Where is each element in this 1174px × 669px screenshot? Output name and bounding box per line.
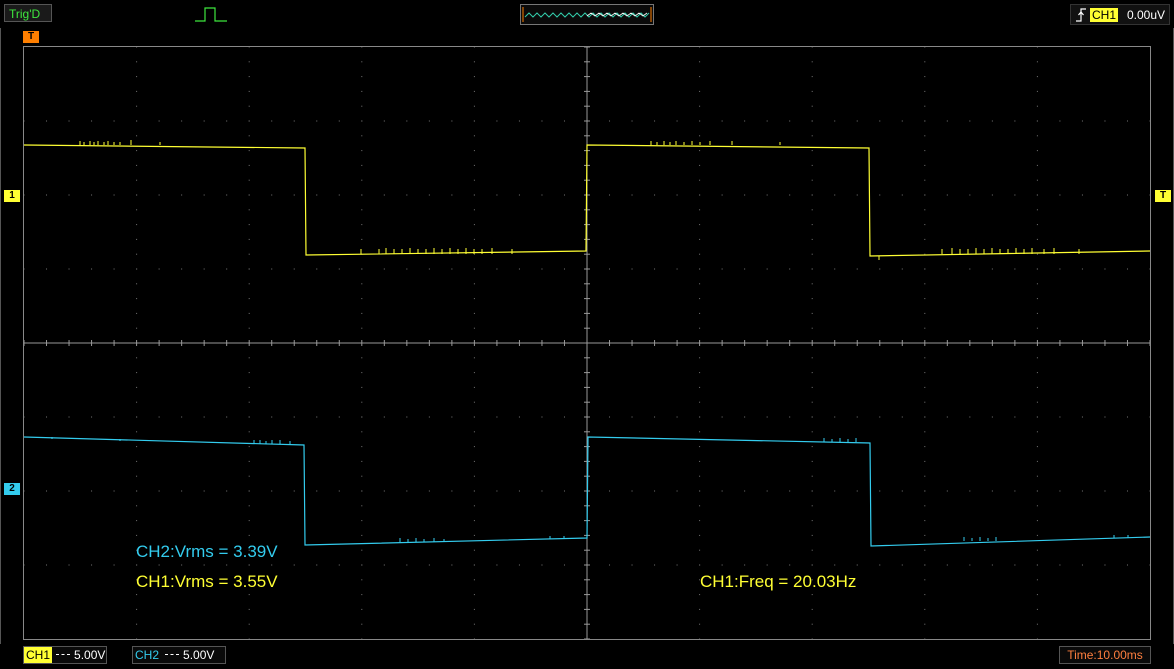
trigger-level: 0.00uV — [1127, 8, 1166, 22]
ch1-waveform — [24, 144, 1150, 257]
ch2-vrms-measurement: CH2:Vrms = 3.39V — [136, 542, 278, 561]
trigger-settings[interactable]: CH1 0.00uV — [1070, 4, 1170, 25]
ch1-volts-per-div: 5.00V — [74, 648, 106, 662]
ch1-scale-box[interactable]: CH1 5.00V — [23, 646, 107, 664]
channel-scale-bar: CH1 5.00V CH2 5.00V Time:10.00ms — [0, 644, 1174, 669]
scope-display[interactable]: CH2:Vrms = 3.39V CH1:Vrms = 3.55V CH1:Fr… — [23, 46, 1151, 640]
pulse-icon — [195, 7, 227, 22]
overview-wave — [522, 7, 652, 22]
ch2-label: CH2 — [135, 648, 160, 662]
ch2-waveform — [24, 436, 1150, 547]
ch2-offset-marker[interactable]: 2 — [4, 483, 20, 495]
trigger-position-marker[interactable]: T — [23, 31, 39, 43]
ch2-volts-per-div: 5.00V — [183, 648, 215, 662]
trigger-channel-badge: CH1 — [1090, 8, 1119, 22]
ch1-label: CH1 — [24, 647, 53, 663]
trigger-level-marker[interactable]: T — [1155, 190, 1171, 202]
dc-coupling-icon — [56, 647, 71, 655]
ch1-vrms-measurement: CH1:Vrms = 3.55V — [136, 572, 278, 591]
dc-coupling-icon — [165, 647, 180, 655]
status-bar: Trig'D CH1 0.00uV — [0, 0, 1174, 28]
ch2-scale-box[interactable]: CH2 5.00V — [132, 646, 226, 664]
ch1-freq-measurement: CH1:Freq = 20.03Hz — [700, 572, 857, 591]
trigger-status: Trig'D — [4, 4, 52, 22]
rising-edge-icon — [1076, 8, 1086, 22]
ch1-noise — [79, 140, 1080, 260]
timebase-box[interactable]: Time:10.00ms — [1059, 646, 1151, 664]
waveform-overview[interactable] — [520, 4, 654, 25]
ch2-noise — [51, 437, 1129, 542]
ch1-offset-marker[interactable]: 1 — [4, 190, 20, 202]
